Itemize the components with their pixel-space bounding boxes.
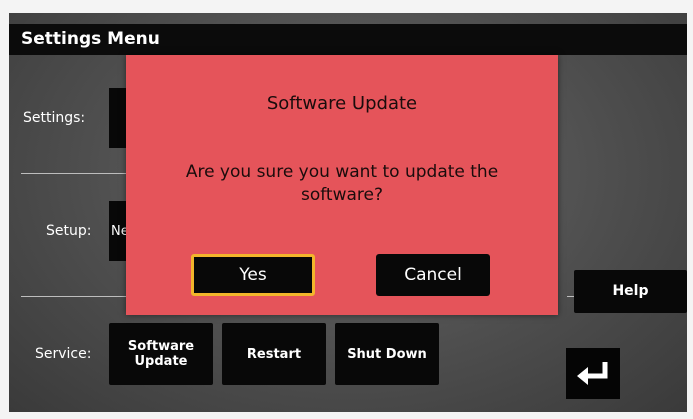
divider — [21, 296, 126, 297]
dialog-title: Software Update — [266, 93, 418, 114]
page-title: Settings Menu — [9, 24, 687, 55]
divider — [21, 173, 126, 174]
restart-button[interactable]: Restart — [222, 323, 326, 385]
confirm-dialog: Software Update Are you sure you want to… — [126, 55, 558, 315]
dialog-message: Are you sure you want to update the soft… — [185, 162, 499, 205]
back-button[interactable] — [566, 348, 620, 399]
cancel-button[interactable]: Cancel — [376, 254, 490, 296]
software-update-button[interactable]: Software Update — [109, 323, 213, 385]
software-update-label-line1: Software — [127, 339, 195, 354]
software-update-label-line2: Update — [134, 354, 188, 369]
shut-down-button[interactable]: Shut Down — [335, 323, 439, 385]
yes-button[interactable]: Yes — [191, 254, 315, 296]
return-arrow-icon — [577, 361, 608, 385]
device-screen: Settings Menu Settings: Setup: Ne Servic… — [9, 13, 687, 412]
help-button[interactable]: Help — [574, 270, 687, 313]
settings-row-label: Settings: — [23, 110, 86, 126]
service-row-label: Service: — [35, 346, 92, 362]
setup-row-label: Setup: — [46, 223, 92, 239]
